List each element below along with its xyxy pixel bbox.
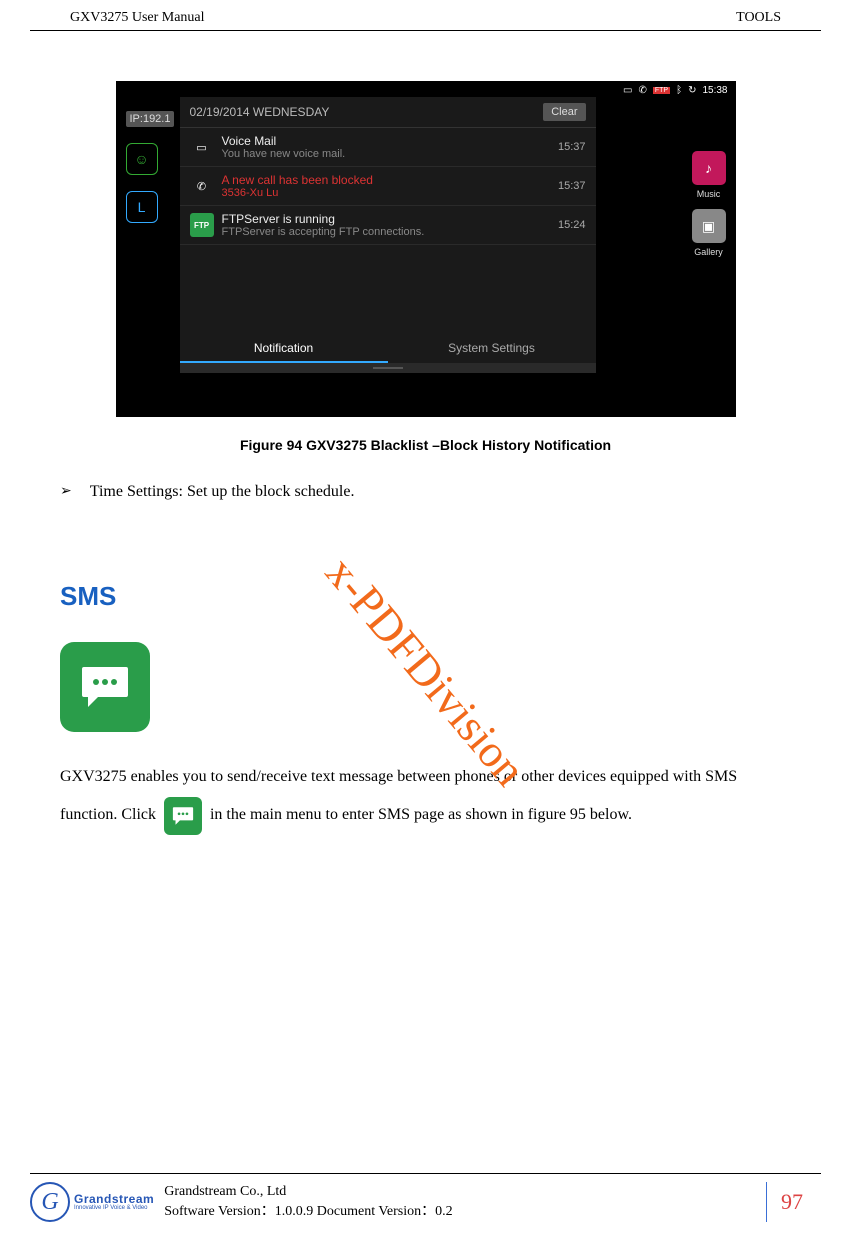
notif-time: 15:37 xyxy=(558,141,586,153)
clear-button[interactable]: Clear xyxy=(543,103,585,121)
bullet-text: Time Settings: Set up the block schedule… xyxy=(90,483,355,501)
brand-logo: G Grandstream Innovative IP Voice & Vide… xyxy=(30,1182,154,1222)
body-text-after: in the main menu to enter SMS page as sh… xyxy=(210,806,632,823)
notification-item[interactable]: ✆ A new call has been blocked 3536-Xu Lu… xyxy=(180,167,596,206)
bluetooth-icon: ᛒ xyxy=(676,85,682,96)
panel-tabs: Notification System Settings xyxy=(180,335,596,363)
blocked-call-icon: ✆ xyxy=(190,174,214,198)
gallery-app-label: Gallery xyxy=(694,247,723,257)
home-left-icons: ☺ L xyxy=(126,143,158,223)
notif-subtitle: 3536-Xu Lu xyxy=(222,187,550,199)
panel-date: 02/19/2014 WEDNESDAY xyxy=(190,105,330,119)
footer-version: Software Version：1.0.0.9 Document Versio… xyxy=(164,1202,452,1222)
footer-info: Grandstream Co., Ltd Software Version：1.… xyxy=(164,1182,452,1221)
figure-caption: Figure 94 GXV3275 Blacklist –Block Histo… xyxy=(60,437,791,453)
logo-name: Grandstream xyxy=(74,1193,154,1205)
browser-tile: L xyxy=(126,191,158,223)
music-app-icon: ♪ xyxy=(692,151,726,185)
logo-tagline: Innovative IP Voice & Video xyxy=(74,1205,154,1211)
section-heading-sms: SMS xyxy=(60,581,791,612)
ip-label: IP:192.1 xyxy=(126,111,175,127)
voicemail-icon: ▭ xyxy=(623,85,632,96)
notif-subtitle: FTPServer is accepting FTP connections. xyxy=(222,226,550,238)
notif-title: Voice Mail xyxy=(222,134,550,148)
notif-title: A new call has been blocked xyxy=(222,173,550,187)
page-number: 97 xyxy=(767,1189,821,1215)
status-time: 15:38 xyxy=(702,85,727,96)
page-number-box: 97 xyxy=(766,1182,821,1222)
device-screenshot: ▭ ✆ FTP ᛒ ↻ 15:38 IP:192.1 ☺ L 02/19/201… xyxy=(116,81,736,417)
notif-subtitle: You have new voice mail. xyxy=(222,148,550,160)
panel-handle[interactable] xyxy=(180,363,596,373)
page-content: ▭ ✆ FTP ᛒ ↻ 15:38 IP:192.1 ☺ L 02/19/201… xyxy=(0,31,851,835)
music-app-label: Music xyxy=(697,189,721,199)
gallery-app-icon: ▣ xyxy=(692,209,726,243)
page-header: GXV3275 User Manual TOOLS xyxy=(30,0,821,31)
call-blocked-icon: ✆ xyxy=(638,85,646,96)
notif-title: FTPServer is running xyxy=(222,212,550,226)
logo-mark: G xyxy=(30,1182,70,1222)
sms-bubble-icon xyxy=(80,665,130,709)
page-footer: G Grandstream Innovative IP Voice & Vide… xyxy=(30,1173,821,1222)
bullet-icon: ➢ xyxy=(60,483,72,501)
notif-time: 15:24 xyxy=(558,219,586,231)
voicemail-icon: ▭ xyxy=(190,135,214,159)
contact-tile: ☺ xyxy=(126,143,158,175)
footer-left: G Grandstream Innovative IP Voice & Vide… xyxy=(30,1182,453,1222)
bullet-item: ➢ Time Settings: Set up the block schedu… xyxy=(60,483,791,501)
panel-date-row: 02/19/2014 WEDNESDAY Clear xyxy=(180,97,596,128)
tab-system-settings[interactable]: System Settings xyxy=(388,335,596,363)
tab-notification[interactable]: Notification xyxy=(180,335,388,363)
body-paragraph: GXV3275 enables you to send/receive text… xyxy=(60,758,791,835)
sms-icon-large xyxy=(60,642,150,732)
header-right: TOOLS xyxy=(736,10,781,26)
footer-company: Grandstream Co., Ltd xyxy=(164,1182,452,1202)
notification-item[interactable]: ▭ Voice Mail You have new voice mail. 15… xyxy=(180,128,596,167)
notif-time: 15:37 xyxy=(558,180,586,192)
notification-panel: 02/19/2014 WEDNESDAY Clear ▭ Voice Mail … xyxy=(180,97,596,373)
sync-icon: ↻ xyxy=(688,85,696,96)
header-left: GXV3275 User Manual xyxy=(70,10,205,26)
sms-icon-inline xyxy=(164,797,202,835)
home-apps: ♪ Music ▣ Gallery xyxy=(692,151,726,257)
notification-item[interactable]: FTP FTPServer is running FTPServer is ac… xyxy=(180,206,596,245)
ftp-status-icon: FTP xyxy=(653,87,670,94)
ftp-server-icon: FTP xyxy=(190,213,214,237)
